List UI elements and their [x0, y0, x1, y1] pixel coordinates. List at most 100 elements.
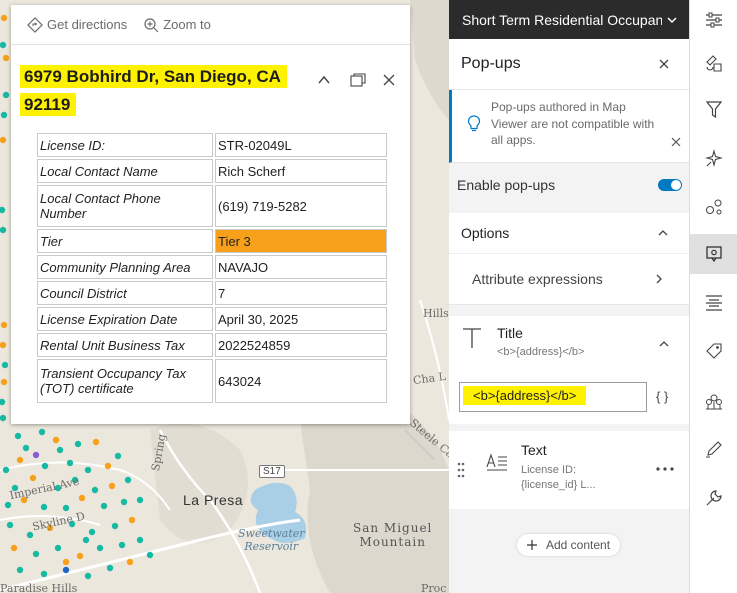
- feature-point[interactable]: [0, 321, 8, 329]
- insert-expression-button[interactable]: { }: [656, 389, 668, 404]
- feature-point[interactable]: [96, 544, 104, 552]
- feature-point[interactable]: [62, 558, 70, 566]
- feature-point[interactable]: [0, 136, 7, 144]
- feature-point[interactable]: [108, 482, 116, 490]
- attribute-key: Council District: [37, 281, 213, 305]
- feature-point[interactable]: [32, 550, 40, 558]
- feature-point[interactable]: [74, 440, 82, 448]
- feature-point[interactable]: [128, 516, 136, 524]
- feature-point[interactable]: [146, 551, 154, 559]
- title-expression-input[interactable]: <b>{address}</b>: [459, 382, 647, 412]
- layer-selector[interactable]: Short Term Residential Occupancy: [449, 0, 689, 39]
- feature-point[interactable]: [38, 428, 46, 436]
- feature-point[interactable]: [56, 446, 64, 454]
- feature-point[interactable]: [4, 501, 12, 509]
- popups-tool[interactable]: [690, 234, 737, 274]
- feature-point[interactable]: [0, 41, 7, 49]
- add-content-button[interactable]: Add content: [517, 534, 621, 556]
- attribute-expressions-row[interactable]: Attribute expressions: [449, 254, 689, 305]
- collapse-button[interactable]: [313, 69, 335, 91]
- feature-point[interactable]: [120, 498, 128, 506]
- feature-point[interactable]: [82, 536, 90, 544]
- feature-point[interactable]: [0, 378, 8, 386]
- feature-point[interactable]: [2, 54, 10, 62]
- charts-tool[interactable]: [690, 382, 737, 422]
- properties-tool[interactable]: [690, 0, 737, 40]
- popups-panel: Short Term Residential Occupancy Pop-ups…: [449, 0, 689, 593]
- feature-point[interactable]: [91, 486, 99, 494]
- attribute-value: Tier 3: [215, 229, 387, 253]
- feature-point[interactable]: [32, 451, 40, 459]
- feature-point[interactable]: [10, 544, 18, 552]
- feature-point[interactable]: [0, 341, 7, 349]
- labels-tool[interactable]: [690, 331, 737, 371]
- feature-point[interactable]: [26, 531, 34, 539]
- feature-point[interactable]: [118, 541, 126, 549]
- configure-tool[interactable]: [690, 478, 737, 518]
- feature-point[interactable]: [66, 459, 74, 467]
- feature-point[interactable]: [0, 14, 8, 22]
- clustering-tool[interactable]: [690, 187, 737, 227]
- feature-point[interactable]: [0, 111, 8, 119]
- feature-point[interactable]: [0, 414, 7, 422]
- effects-icon: [705, 149, 723, 167]
- feature-point[interactable]: [14, 432, 22, 440]
- feature-point[interactable]: [92, 438, 100, 446]
- feature-point[interactable]: [29, 474, 37, 482]
- enable-popups-toggle[interactable]: [658, 179, 682, 191]
- feature-point[interactable]: [0, 398, 6, 406]
- feature-point[interactable]: [40, 503, 48, 511]
- more-options-icon[interactable]: [656, 466, 674, 472]
- title-block-preview: <b>{address}</b>: [497, 346, 585, 358]
- fields-icon: [706, 295, 722, 311]
- filter-tool[interactable]: [690, 90, 737, 130]
- text-content-block[interactable]: Text License ID: {license_id} L...: [449, 431, 689, 509]
- drag-handle-icon[interactable]: [457, 462, 465, 478]
- sketch-tool[interactable]: [690, 429, 737, 469]
- feature-point[interactable]: [124, 476, 132, 484]
- close-popup-button[interactable]: [378, 69, 400, 91]
- styles-tool[interactable]: [690, 44, 737, 84]
- fields-tool[interactable]: [690, 283, 737, 323]
- feature-point[interactable]: [88, 528, 96, 536]
- feature-point[interactable]: [84, 466, 92, 474]
- feature-point[interactable]: [2, 466, 10, 474]
- map-label-proc: Proc: [421, 582, 447, 593]
- effects-tool[interactable]: [690, 138, 737, 178]
- feature-point[interactable]: [100, 502, 108, 510]
- feature-point[interactable]: [2, 91, 10, 99]
- feature-point[interactable]: [16, 566, 24, 574]
- attribute-expressions-label: Attribute expressions: [472, 271, 603, 287]
- options-header[interactable]: Options: [449, 213, 689, 254]
- feature-point[interactable]: [22, 444, 30, 452]
- dismiss-notice-icon[interactable]: [671, 137, 681, 147]
- feature-point[interactable]: [76, 552, 84, 560]
- feature-point[interactable]: [62, 566, 70, 574]
- feature-point[interactable]: [6, 521, 14, 529]
- feature-point[interactable]: [16, 456, 24, 464]
- feature-point[interactable]: [106, 564, 114, 572]
- feature-point[interactable]: [136, 536, 144, 544]
- chevron-up-icon[interactable]: [658, 338, 670, 350]
- feature-point[interactable]: [136, 496, 144, 504]
- feature-point[interactable]: [40, 570, 48, 578]
- feature-point[interactable]: [114, 452, 122, 460]
- close-panel-icon[interactable]: [658, 58, 670, 70]
- feature-point[interactable]: [111, 522, 119, 530]
- feature-point[interactable]: [78, 494, 86, 502]
- feature-point[interactable]: [126, 558, 134, 566]
- feature-point[interactable]: [104, 462, 112, 470]
- filter-icon: [706, 101, 722, 119]
- feature-point[interactable]: [0, 226, 7, 234]
- feature-point[interactable]: [84, 572, 92, 580]
- feature-point[interactable]: [1, 361, 9, 369]
- attribute-key: Tier: [37, 229, 213, 253]
- feature-point[interactable]: [52, 436, 60, 444]
- feature-point[interactable]: [41, 462, 49, 470]
- dock-button[interactable]: [347, 69, 369, 91]
- feature-point[interactable]: [0, 206, 6, 214]
- feature-point[interactable]: [54, 544, 62, 552]
- zoom-to-button[interactable]: Zoom to: [143, 17, 211, 33]
- feature-point[interactable]: [62, 504, 70, 512]
- get-directions-button[interactable]: Get directions: [27, 16, 127, 33]
